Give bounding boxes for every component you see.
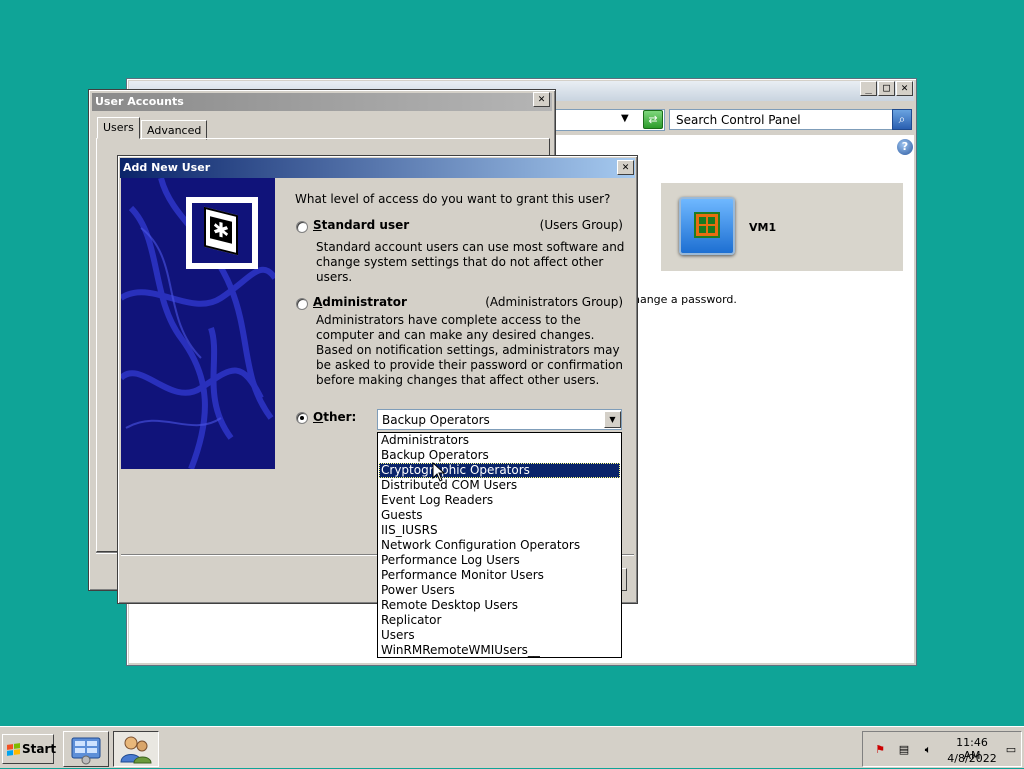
user-accounts-close-button[interactable]: ✕ xyxy=(533,92,550,107)
dropdown-item[interactable]: Administrators xyxy=(379,433,620,448)
address-dropdown-arrow-icon[interactable]: ▼ xyxy=(621,113,629,124)
taskbar: Start ⚑ ▤ 🔈︎ 11:46 AM 4/8/2022 ▭ xyxy=(0,726,1024,768)
dropdown-item[interactable]: Cryptographic Operators xyxy=(379,463,620,478)
network-icon[interactable]: ▤ xyxy=(897,743,911,757)
dropdown-item[interactable]: Network Configuration Operators xyxy=(379,538,620,553)
dropdown-item[interactable]: Power Users xyxy=(379,583,620,598)
administrator-label[interactable]: Administrator xyxy=(313,295,407,309)
standard-user-description: Standard account users can use most soft… xyxy=(316,240,625,284)
user-tile-name: VM1 xyxy=(749,221,777,234)
windows-logo-icon xyxy=(7,743,20,757)
user-key-icon: ✱ xyxy=(186,197,258,269)
user-accounts-titlebar[interactable]: User Accounts xyxy=(92,93,552,111)
show-desktop-icon[interactable]: ▭ xyxy=(1003,743,1019,757)
action-center-flag-icon[interactable]: ⚑ xyxy=(873,743,887,757)
tab-advanced[interactable]: Advanced xyxy=(141,120,208,140)
system-tray: ⚑ ▤ 🔈︎ 11:46 AM 4/8/2022 ▭ xyxy=(862,731,1022,767)
dropdown-item[interactable]: Event Log Readers xyxy=(379,493,620,508)
server-manager-icon xyxy=(71,737,101,765)
group-dropdown-list[interactable]: Administrators Backup Operators Cryptograp… xyxy=(377,432,622,658)
start-label: Start xyxy=(22,742,57,756)
add-new-user-titlebar[interactable]: Add New User xyxy=(120,158,635,178)
taskbar-server-manager-button[interactable] xyxy=(63,731,109,767)
clock-date[interactable]: 4/8/2022 xyxy=(947,752,997,765)
administrator-group: (Administrators Group) xyxy=(485,295,623,309)
wizard-banner: ✱ xyxy=(121,178,275,469)
dropdown-item[interactable]: Guests xyxy=(379,508,620,523)
standard-user-label[interactable]: Standard user xyxy=(313,218,409,232)
user-tile[interactable]: VM1 xyxy=(661,183,903,271)
tab-users[interactable]: Users xyxy=(97,117,140,139)
search-input[interactable]: Search Control Panel xyxy=(669,109,893,130)
volume-icon[interactable]: 🔈︎ xyxy=(921,743,935,757)
dropdown-item[interactable]: Users xyxy=(379,628,620,643)
help-icon[interactable]: ? xyxy=(897,139,913,155)
start-button[interactable]: Start xyxy=(2,734,57,764)
dropdown-item[interactable]: Performance Monitor Users xyxy=(379,568,620,583)
administrator-description: Administrators have complete access to t… xyxy=(316,313,624,387)
other-group-selected-value: Backup Operators xyxy=(382,413,490,427)
access-question: What level of access do you want to gran… xyxy=(295,192,611,206)
user-picture xyxy=(679,197,735,255)
dropdown-item[interactable]: Performance Log Users xyxy=(379,553,620,568)
change-password-link[interactable]: hange a password. xyxy=(633,293,737,306)
dropdown-item[interactable]: Distributed COM Users xyxy=(379,478,620,493)
add-new-user-close-button[interactable]: ✕ xyxy=(617,160,634,175)
mouse-cursor-icon xyxy=(432,462,446,482)
close-button[interactable]: ✕ xyxy=(896,81,913,96)
chevron-down-icon[interactable]: ▼ xyxy=(604,411,621,428)
dropdown-item[interactable]: IIS_IUSRS xyxy=(379,523,620,538)
dropdown-item[interactable]: Backup Operators xyxy=(379,448,620,463)
other-group-select[interactable]: Backup Operators ▼ xyxy=(377,409,622,430)
dropdown-item[interactable]: Replicator xyxy=(379,613,620,628)
refresh-icon[interactable]: ⇄ xyxy=(643,110,663,129)
other-radio[interactable] xyxy=(296,412,308,424)
dropdown-item[interactable]: WinRMRemoteWMIUsers__ xyxy=(379,643,620,658)
search-icon[interactable]: ⌕ xyxy=(892,109,912,130)
minimize-button[interactable]: _ xyxy=(860,81,877,96)
users-icon xyxy=(120,736,152,764)
standard-user-group: (Users Group) xyxy=(539,218,623,232)
taskbar-user-accounts-button[interactable] xyxy=(113,731,159,767)
dropdown-item[interactable]: Remote Desktop Users xyxy=(379,598,620,613)
administrator-radio[interactable] xyxy=(296,298,308,310)
standard-user-radio[interactable] xyxy=(296,221,308,233)
other-label[interactable]: Other: xyxy=(313,410,356,424)
maximize-button[interactable]: □ xyxy=(878,81,895,96)
